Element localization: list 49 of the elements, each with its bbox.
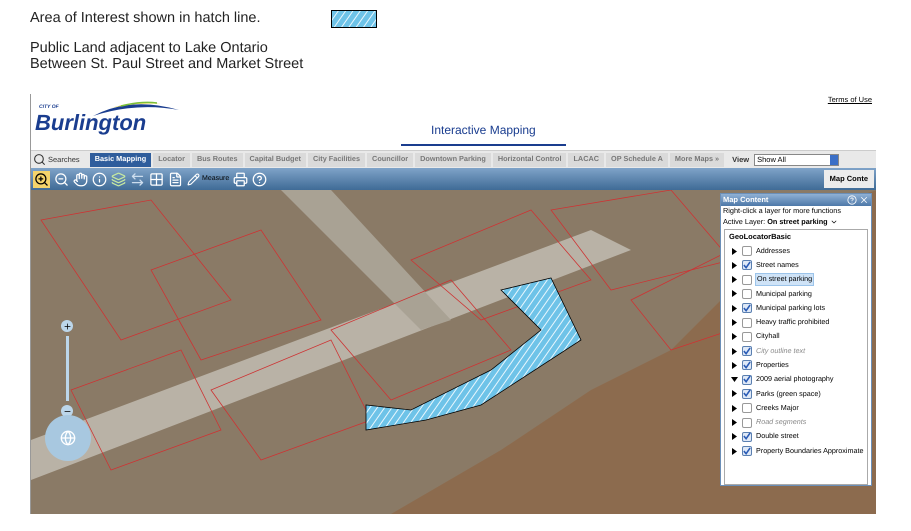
expand-arrow-icon[interactable] xyxy=(731,390,739,398)
help-icon[interactable] xyxy=(847,195,857,205)
expand-arrow-icon[interactable] xyxy=(731,404,739,412)
search-icon xyxy=(33,153,46,166)
layer-checkbox[interactable] xyxy=(742,274,752,285)
collapse-arrow-icon[interactable] xyxy=(731,376,739,384)
layers-icon[interactable] xyxy=(111,172,126,186)
page-title: Interactive Mapping xyxy=(431,123,536,137)
pencil-icon xyxy=(187,172,200,186)
zoom-out-icon[interactable] xyxy=(54,172,69,186)
globe-icon xyxy=(60,430,76,446)
print-icon[interactable] xyxy=(233,172,248,186)
layer-checkbox[interactable] xyxy=(742,260,752,270)
description-line: Between St. Paul Street and Market Street xyxy=(30,56,304,72)
info-icon[interactable] xyxy=(92,172,107,186)
layer-checkbox[interactable] xyxy=(742,332,752,342)
layer-checkbox[interactable] xyxy=(742,246,752,256)
help-icon[interactable] xyxy=(252,172,268,186)
expand-arrow-icon[interactable] xyxy=(731,333,739,340)
layer-checkbox[interactable] xyxy=(742,303,752,314)
layer-checkbox[interactable] xyxy=(742,403,752,414)
layer-checkbox[interactable] xyxy=(742,360,752,370)
zoom-in-icon[interactable] xyxy=(33,170,50,188)
plus-icon xyxy=(62,322,72,330)
expand-arrow-icon[interactable] xyxy=(731,276,739,284)
expand-arrow-icon[interactable] xyxy=(731,362,739,369)
arrows-icon[interactable] xyxy=(130,172,145,186)
expand-arrow-icon[interactable] xyxy=(731,304,739,312)
hatch-swatch-icon xyxy=(330,10,377,28)
expand-arrow-icon[interactable] xyxy=(731,448,739,455)
layer-checkbox[interactable] xyxy=(742,432,752,442)
expand-arrow-icon[interactable] xyxy=(731,262,739,269)
expand-arrow-icon[interactable] xyxy=(731,433,739,440)
layer-checkbox[interactable] xyxy=(742,288,752,299)
legend-text: Area of Interest shown in hatch line. xyxy=(30,9,261,28)
description-line: Public Land adjacent to Lake Ontario xyxy=(30,40,269,56)
expand-arrow-icon[interactable] xyxy=(731,319,739,326)
document-icon[interactable] xyxy=(168,172,183,186)
layer-checkbox[interactable] xyxy=(742,374,752,385)
zoom-slider-track[interactable] xyxy=(66,336,68,401)
layer-checkbox[interactable] xyxy=(742,318,752,328)
layer-checkbox[interactable] xyxy=(742,446,752,456)
close-icon[interactable] xyxy=(859,195,869,205)
logo-text: Burlington xyxy=(35,112,146,134)
expand-arrow-icon[interactable] xyxy=(731,290,739,298)
expand-arrow-icon[interactable] xyxy=(731,248,739,255)
layer-checkbox[interactable] xyxy=(742,388,752,399)
grid-icon[interactable] xyxy=(149,172,164,186)
hand-icon[interactable] xyxy=(73,172,88,186)
